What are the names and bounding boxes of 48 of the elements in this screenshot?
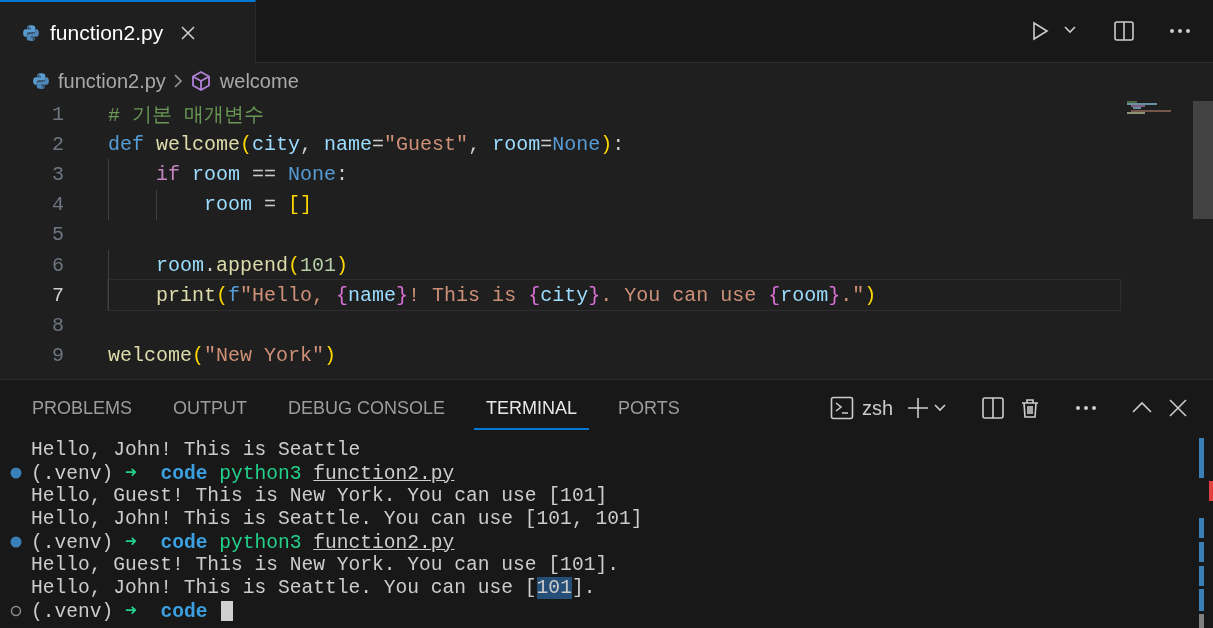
line-number: 7 <box>51 283 64 307</box>
chevron-right-icon <box>171 73 184 89</box>
more-icon[interactable] <box>1075 405 1097 411</box>
breadcrumb-file[interactable]: function2.py <box>32 69 166 93</box>
line-number: 8 <box>51 313 64 337</box>
line-number: 5 <box>51 223 64 247</box>
editor-tab[interactable]: function2.py <box>0 0 256 63</box>
terminal-prompt: (.venv) ➜ code python3 function2.py <box>31 461 455 485</box>
cube-icon <box>189 70 212 92</box>
minimap-drawing <box>1127 101 1171 115</box>
terminal-output: Hello, Guest! This is New York. You can use [101]. <box>31 553 619 576</box>
code-line: room = [] <box>204 193 313 217</box>
line-number: 6 <box>51 253 64 277</box>
close-icon[interactable] <box>1167 397 1189 419</box>
terminal-icon <box>829 396 854 420</box>
panel-tab[interactable]: OUTPUT <box>161 386 260 430</box>
panel-tab[interactable]: PROBLEMS <box>20 386 145 430</box>
scrollbar-thumb[interactable] <box>1193 101 1213 219</box>
line-number: 1 <box>51 102 64 126</box>
panel-tab[interactable]: TERMINAL <box>474 386 590 430</box>
more-icon[interactable] <box>1169 28 1191 34</box>
plus-icon[interactable] <box>907 397 929 419</box>
line-number: 9 <box>51 344 64 368</box>
split-editor-icon[interactable] <box>1113 20 1135 42</box>
terminal-output: Hello, Guest! This is New York. You can use [101] <box>31 484 608 507</box>
trash-icon[interactable] <box>1019 397 1041 419</box>
split-terminal-icon[interactable] <box>981 396 1005 420</box>
close-icon[interactable] <box>179 23 198 42</box>
code-line: welcome("New York") <box>108 344 337 368</box>
breadcrumb-symbol[interactable]: welcome <box>189 69 299 93</box>
line-number: 2 <box>51 132 64 156</box>
terminal-prompt: (.venv) ➜ code python3 function2.py <box>31 530 455 554</box>
python-icon <box>32 72 50 90</box>
code-line: # 기본 매개변수 <box>108 102 264 128</box>
panel-tab[interactable]: PORTS <box>606 386 692 430</box>
python-icon <box>22 23 40 42</box>
line-number: 3 <box>51 162 64 186</box>
code-line: if room == None: <box>156 162 349 186</box>
terminal-output: Hello, John! This is Seattle <box>31 438 361 461</box>
code-line: print(f"Hello, {name}! This is {city}. You can use {room}.") <box>156 283 877 307</box>
terminal-output: Hello, John! This is Seattle. You can use [101]. <box>31 576 596 599</box>
code-line: room.append(101) <box>156 253 349 277</box>
terminal-prompt: (.venv) ➜ code <box>31 599 209 623</box>
terminal-selector[interactable]: zsh <box>829 396 893 420</box>
code-line: def welcome(city, name="Guest", room=None): <box>108 132 625 156</box>
terminal-output: Hello, John! This is Seattle. You can use [101, 101] <box>31 507 643 530</box>
line-number: 4 <box>51 193 64 217</box>
panel-tab[interactable]: DEBUG CONSOLE <box>276 386 458 430</box>
